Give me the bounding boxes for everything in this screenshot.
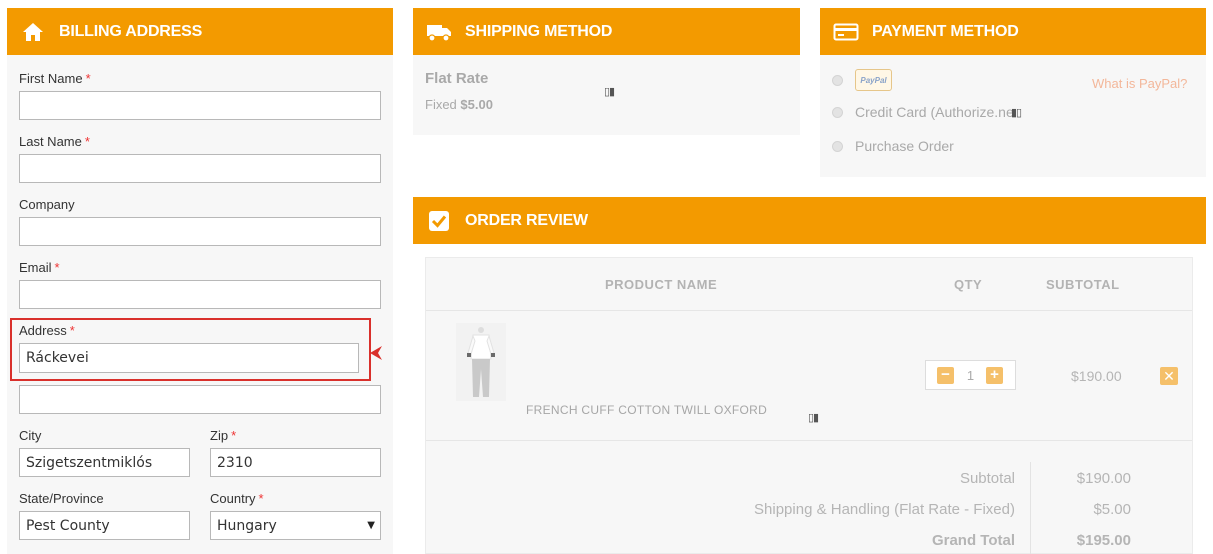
purchase-order-radio[interactable] [832,141,843,152]
col-product-name: PRODUCT NAME [605,277,718,292]
purchase-order-label: Purchase Order [855,138,954,154]
what-is-paypal-link[interactable]: What is PayPal? [1092,76,1187,91]
highlight-pointer-icon [370,346,382,360]
order-review-table: PRODUCT NAME QTY SUBTOTAL FRENCH CUFF CO… [425,257,1193,554]
select-arrow-icon: ▼ [367,520,375,531]
payment-method-header: PAYMENT METHOD [820,8,1206,55]
email-field[interactable] [19,280,381,309]
state-label: State/Province [19,491,104,506]
billing-address-header: BILLING ADDRESS [7,8,393,55]
billing-address-title: BILLING ADDRESS [59,22,203,40]
quantity-stepper: − 1 + [925,360,1016,390]
shipping-method-header: SHIPPING METHOD [413,8,800,55]
shipping-glyph: ▯▮ [604,86,615,98]
email-label: Email * [19,260,60,275]
totals-divider [1030,462,1031,554]
shipping-fixed-label: Fixed [425,97,457,112]
company-field[interactable] [19,217,381,246]
first-name-field[interactable] [19,91,381,120]
subtotal-value: $190.00 [1076,470,1131,487]
company-label: Company [19,197,75,212]
order-review-panel: ORDER REVIEW PRODUCT NAME QTY SUBTOTAL F… [413,197,1206,554]
row-divider [426,440,1192,441]
paypal-logo: PayPal [855,69,892,91]
payment-method-title: PAYMENT METHOD [872,22,1019,40]
header-divider [426,310,1192,311]
paypal-radio[interactable] [832,75,843,86]
zip-label: Zip * [210,428,237,443]
zip-field[interactable]: 2310 [210,448,381,477]
first-name-label: First Name * [19,71,91,86]
grand-total-value: $195.00 [1076,532,1131,549]
item-subtotal: $190.00 [1071,368,1122,384]
credit-card-glyph: ▮▯ [1011,107,1022,119]
order-review-header: ORDER REVIEW [413,197,1206,244]
col-qty: QTY [954,277,983,292]
credit-card-radio[interactable] [832,107,843,118]
credit-card-label: Credit Card (Authorize.ne [855,104,1014,120]
product-image [456,323,506,401]
grand-total-label: Grand Total [931,532,1015,549]
address-line2-field[interactable] [19,385,381,414]
shipping-method-panel: SHIPPING METHOD Flat Rate Fixed $5.00 ▯▮ [413,8,800,135]
remove-item-icon[interactable]: ✕ [1160,367,1178,385]
shipping-method-title: SHIPPING METHOD [465,22,613,40]
checkbox-icon [425,210,453,232]
credit-card-icon [832,21,860,43]
subtotal-label: Subtotal [959,470,1015,487]
shipping-option[interactable]: Fixed $5.00 [425,97,493,112]
truck-icon [425,21,453,43]
product-name[interactable]: FRENCH CUFF COTTON TWILL OXFORD [526,403,767,417]
state-field[interactable]: Pest County [19,511,190,540]
shipping-handling-label: Shipping & Handling (Flat Rate - Fixed) [754,501,1015,518]
order-review-title: ORDER REVIEW [465,211,588,229]
billing-address-panel: BILLING ADDRESS First Name * Last Name * C… [7,8,393,554]
address-line1-field[interactable]: Ráckevei [19,343,359,373]
address-label: Address * [19,323,75,338]
last-name-field[interactable] [19,154,381,183]
shipping-handling-value: $5.00 [1093,501,1131,518]
city-field[interactable]: Szigetszentmiklós [19,448,190,477]
country-label: Country * [210,491,264,506]
shipping-price: $5.00 [460,97,493,112]
product-glyph: ▯▮ [808,412,819,424]
home-icon [19,21,47,43]
last-name-label: Last Name * [19,134,90,149]
col-subtotal: SUBTOTAL [1046,277,1120,292]
payment-method-panel: PAYMENT METHOD PayPal What is PayPal? Cr… [820,8,1206,177]
country-select-value: Hungary [217,517,277,534]
shipping-method-name: Flat Rate [425,70,489,87]
increase-qty-button[interactable]: + [986,367,1003,384]
country-select[interactable]: Hungary ▼ [210,511,381,540]
city-label: City [19,428,42,443]
